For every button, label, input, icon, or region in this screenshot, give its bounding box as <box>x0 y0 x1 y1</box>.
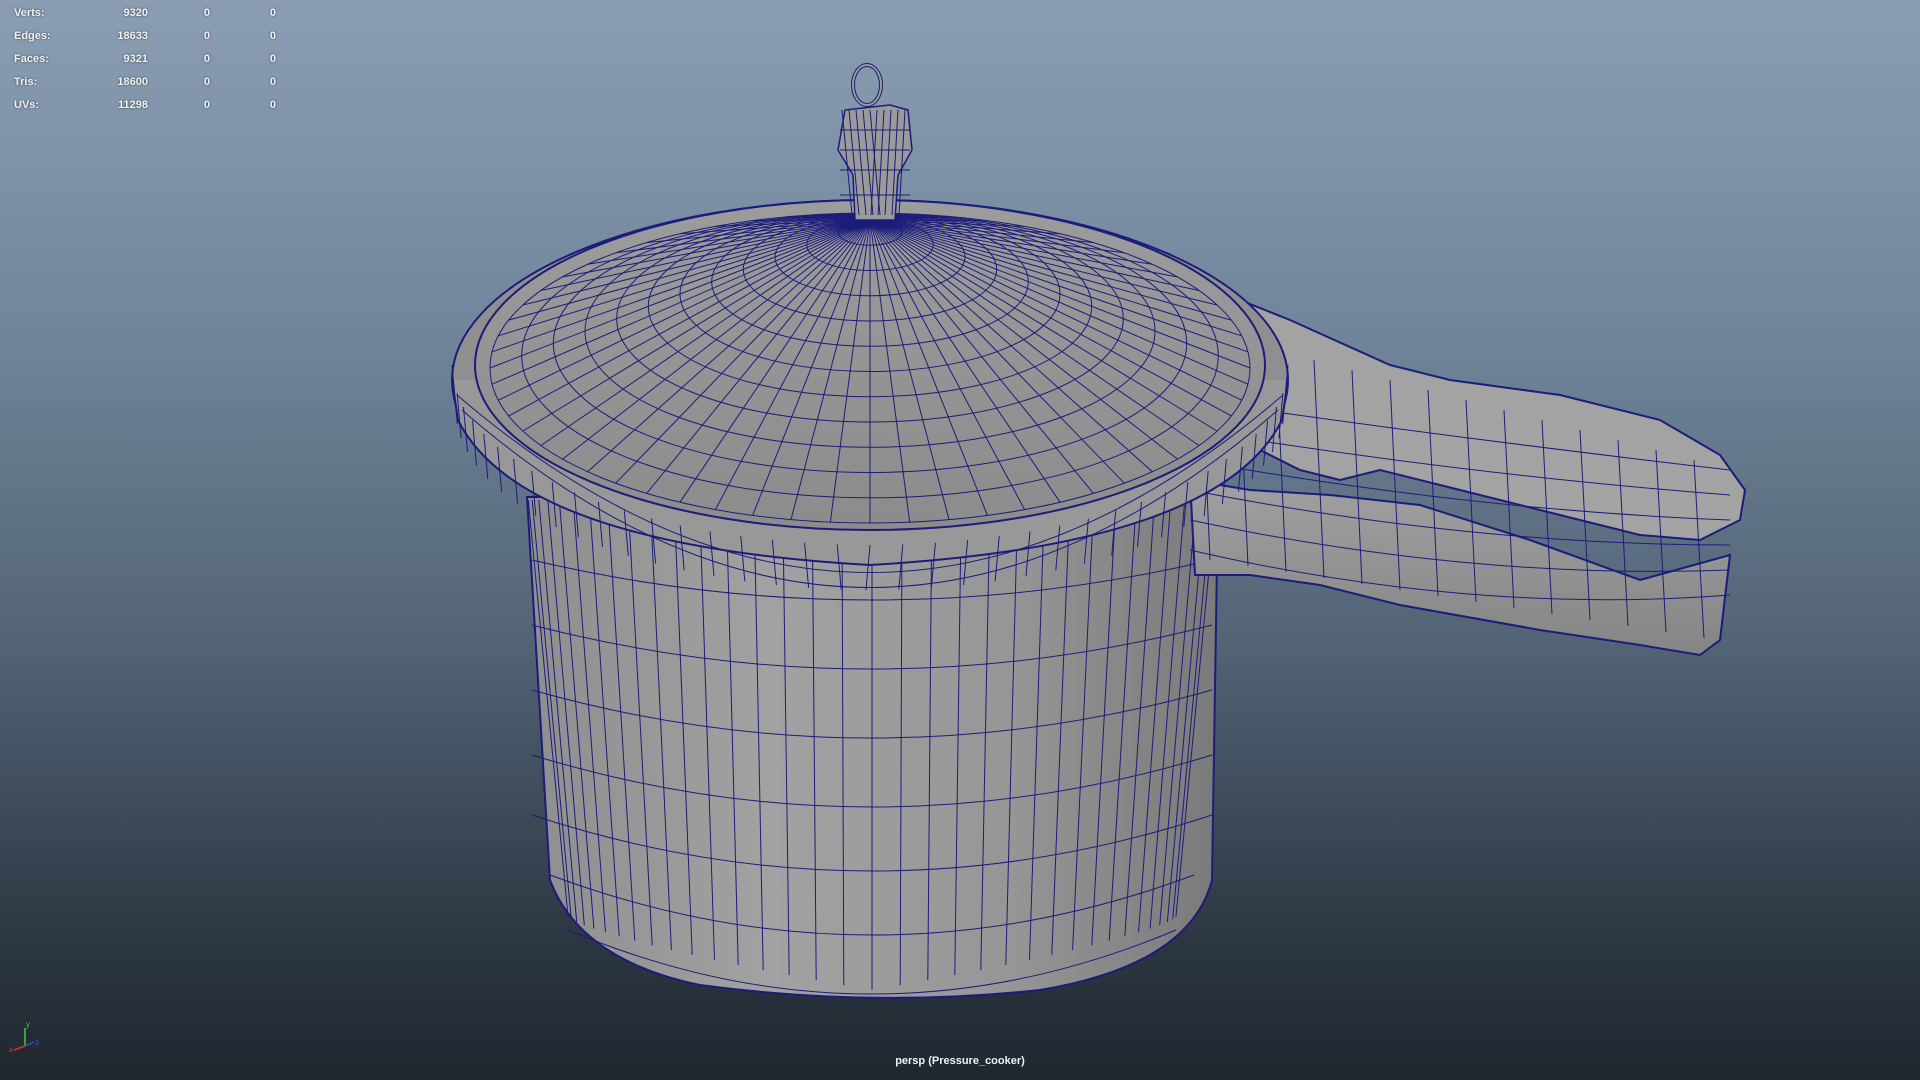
camera-name-label: persp (Pressure_cooker) <box>895 1055 1025 1067</box>
axis-z-label: z <box>35 1038 39 1047</box>
axis-gizmo-icon: y x z <box>9 1020 39 1054</box>
lid-knob <box>837 63 913 221</box>
axis-y-label: y <box>26 1020 30 1029</box>
pressure-cooker-model[interactable] <box>0 0 1920 1080</box>
axis-x-label: x <box>9 1045 13 1054</box>
maya-viewport[interactable]: Verts: 9320 0 0 Edges: 18633 0 0 Faces: … <box>0 0 1920 1080</box>
